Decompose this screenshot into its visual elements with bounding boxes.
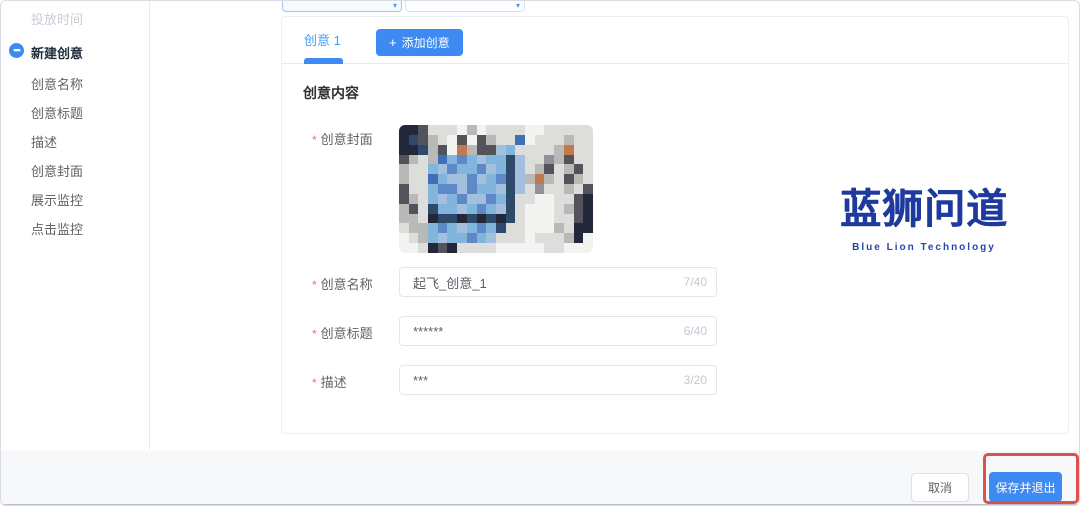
sidebar-item-description[interactable]: 描述 xyxy=(31,132,57,151)
creative-title-input[interactable] xyxy=(399,316,717,346)
required-asterisk: * xyxy=(312,133,317,147)
sidebar-item-cover[interactable]: 创意封面 xyxy=(31,161,83,180)
add-creative-label: 添加创意 xyxy=(401,36,450,50)
watermark-subtitle: Blue Lion Technology xyxy=(852,242,996,253)
creative-tabbar: 创意 1 + 添加创意 xyxy=(282,17,1068,64)
add-creative-button[interactable]: + 添加创意 xyxy=(376,29,463,56)
watermark-title: 蓝狮问道 xyxy=(840,186,1008,232)
tab-creative-1[interactable]: 创意 1 xyxy=(304,30,341,49)
field-label-cover: * 创意封面 xyxy=(312,132,373,147)
field-label-description: * 描述 xyxy=(312,375,347,390)
char-counter: 6/40 xyxy=(683,324,707,338)
description-input[interactable] xyxy=(399,365,717,395)
sidebar-item-label: 新建创意 xyxy=(31,46,84,61)
required-asterisk: * xyxy=(312,278,317,292)
creative-name-input[interactable] xyxy=(399,267,717,297)
field-label-title: * 创意标题 xyxy=(312,326,373,341)
sidebar-item-creative-name[interactable]: 创意名称 xyxy=(31,74,83,93)
plus-icon: + xyxy=(389,35,397,50)
save-and-exit-button[interactable]: 保存并退出 xyxy=(989,472,1062,502)
sidebar-item-impression-monitor[interactable]: 展示监控 xyxy=(31,190,83,209)
sidebar-divider xyxy=(149,1,150,450)
creative-card: 创意 1 + 添加创意 创意内容 *创意封面 *创意名称 7/40 *创意标题 6… xyxy=(281,16,1069,434)
sidebar-item-creative-title[interactable]: 创意标题 xyxy=(31,103,83,122)
field-label-name: * 创意名称 xyxy=(312,277,373,292)
sidebar-item-new-creative[interactable]: ••• 新建创意 xyxy=(9,43,84,62)
creative-type-select[interactable]: ▾ xyxy=(282,1,402,12)
sidebar-item-schedule[interactable]: 投放时间 xyxy=(31,9,83,28)
creative-spec-select[interactable]: ▾ xyxy=(405,1,525,12)
chevron-down-icon: ▾ xyxy=(392,1,397,10)
char-counter: 3/20 xyxy=(683,373,707,387)
description-field: 3/20 xyxy=(399,365,717,395)
cancel-button[interactable]: 取消 xyxy=(911,473,969,502)
creative-title-field: 6/40 xyxy=(399,316,717,346)
cover-image-mosaic[interactable] xyxy=(399,125,593,253)
creative-name-field: 7/40 xyxy=(399,267,717,297)
sidebar: 投放时间 ••• 新建创意 创意名称 创意标题 描述 创意封面 展示监控 点击监… xyxy=(1,1,149,450)
required-asterisk: * xyxy=(312,376,317,390)
watermark: 蓝狮问道 Blue Lion Technology xyxy=(828,175,1020,253)
sidebar-item-click-monitor[interactable]: 点击监控 xyxy=(31,219,83,238)
ellipsis-step-icon: ••• xyxy=(9,43,24,58)
section-title: 创意内容 xyxy=(303,85,359,101)
chevron-down-icon: ▾ xyxy=(515,1,520,10)
required-asterisk: * xyxy=(312,327,317,341)
char-counter: 7/40 xyxy=(683,275,707,289)
window: 投放时间 ••• 新建创意 创意名称 创意标题 描述 创意封面 展示监控 点击监… xyxy=(0,0,1080,506)
active-tab-indicator xyxy=(304,58,343,64)
